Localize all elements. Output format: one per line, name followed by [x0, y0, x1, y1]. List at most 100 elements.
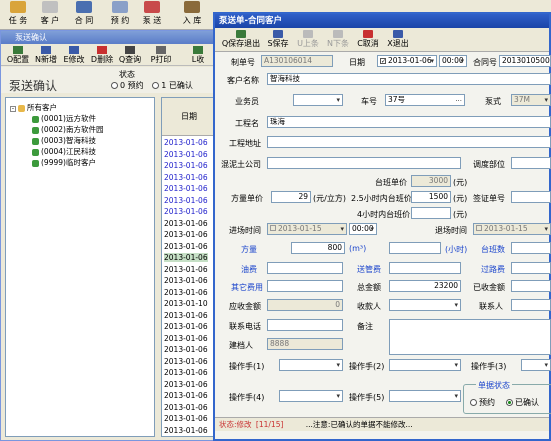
checkbox-icon[interactable] [476, 225, 482, 231]
date-row[interactable]: 2013-01-06 [164, 380, 208, 389]
appointment-button[interactable]: 预 约 [106, 1, 134, 29]
date-row[interactable]: 2013-01-06 [164, 334, 208, 343]
status-note: ...注意:已确认的单据不能修改... [305, 420, 413, 429]
car-no-field[interactable]: 37号 [385, 94, 465, 106]
enter-date-field[interactable]: 2013-01-15 [267, 223, 347, 235]
date-row[interactable]: 2013-01-06 [164, 242, 208, 251]
operator3-select[interactable] [521, 359, 551, 371]
oil-fee-field[interactable] [267, 262, 343, 274]
date-column: 日期 2013-01-06 2013-01-06 2013-01-06 2013-01… [161, 97, 215, 437]
dispatch-dept-field[interactable] [511, 157, 551, 169]
tree-item[interactable]: (0002)南方软件园 [32, 124, 103, 134]
date-row[interactable]: 2013-01-06 [164, 265, 208, 274]
up-icon [303, 30, 313, 38]
pipe-fee-field[interactable] [389, 262, 461, 274]
operator5-select[interactable] [389, 390, 461, 402]
date-row[interactable]: 2013-01-06 [164, 196, 208, 205]
date-row[interactable]: 2013-01-06 [164, 161, 208, 170]
date-row[interactable]: 2013-01-06 [164, 345, 208, 354]
cancel-button[interactable]: C取消 [355, 30, 381, 50]
time-field[interactable]: 00:00 [439, 55, 467, 67]
add-button[interactable]: N新增 [33, 46, 59, 64]
operator4-select[interactable] [279, 390, 343, 402]
checkbox-icon[interactable] [270, 225, 276, 231]
bill-status-reserved[interactable]: 预约 [470, 397, 495, 408]
exit-button[interactable]: X退出 [385, 30, 411, 50]
date-field[interactable]: ✓ 2013-01-06 [377, 55, 437, 67]
volume-price-field[interactable]: 29 [271, 191, 311, 203]
hours-field[interactable] [389, 242, 441, 254]
tree-item[interactable]: (9999)临时客户 [32, 157, 96, 167]
project-address-field[interactable] [267, 136, 551, 148]
receive-button[interactable]: L收 [185, 46, 211, 64]
total-field[interactable]: 23200 [389, 280, 461, 292]
task-button[interactable]: 任 务 [4, 1, 32, 29]
date-row[interactable]: 2013-01-06 [164, 311, 208, 320]
date-row[interactable]: 2013-01-06 [164, 253, 208, 262]
date-row[interactable]: 2013-01-10 [164, 299, 208, 308]
date-row[interactable]: 2013-01-06 [164, 414, 208, 423]
date-row[interactable]: 2013-01-06 [164, 391, 208, 400]
date-row[interactable]: 2013-01-06 [164, 207, 208, 216]
within-2-5h-field[interactable]: 1500 [411, 191, 451, 203]
operator2-select[interactable] [389, 359, 461, 371]
date-row[interactable]: 2013-01-06 [164, 368, 208, 377]
date-row[interactable]: 2013-01-06 [164, 276, 208, 285]
phone-field[interactable] [267, 319, 343, 331]
config-button[interactable]: O配置 [5, 46, 31, 64]
pump-button[interactable]: 泵 送 [138, 1, 166, 29]
date-header[interactable]: 日期 [162, 98, 214, 136]
tree-root[interactable]: - 所有客户 [10, 102, 57, 112]
date-row[interactable]: 2013-01-06 [164, 184, 208, 193]
sign-bill-field[interactable] [511, 191, 551, 203]
contract-no-field[interactable]: 2013010500 [499, 55, 551, 67]
bill-status-confirmed[interactable]: 已确认 [506, 397, 539, 408]
previous-button[interactable]: U上条 [295, 30, 321, 50]
other-fee-field[interactable] [267, 280, 343, 292]
contact-field[interactable] [511, 299, 551, 311]
shifts-field[interactable] [511, 242, 551, 254]
save-exit-button[interactable]: Q保存退出 [221, 30, 261, 50]
payee-select[interactable] [389, 299, 461, 311]
status-option-reserved[interactable]: 0 预约 [111, 81, 144, 90]
contract-button[interactable]: 合 同 [70, 1, 98, 29]
within-4h-field[interactable] [411, 207, 451, 219]
toll-fee-field[interactable] [511, 262, 551, 274]
date-row[interactable]: 2013-01-06 [164, 173, 208, 182]
date-row[interactable]: 2013-01-06 [164, 357, 208, 366]
warehouse-button[interactable]: 入 库 [178, 1, 206, 29]
project-name-field[interactable]: 珠海 [267, 116, 551, 128]
delete-button[interactable]: D删除 [89, 46, 115, 64]
exit-date-field[interactable]: 2013-01-15 [473, 223, 551, 235]
date-row[interactable]: 2013-01-06 [164, 403, 208, 412]
date-row[interactable]: 2013-01-06 [164, 322, 208, 331]
edit-button[interactable]: E修改 [61, 46, 87, 64]
operator1-select[interactable] [279, 359, 343, 371]
customer-button[interactable]: 客 户 [36, 1, 64, 29]
date-row[interactable]: 2013-01-06 [164, 426, 208, 435]
checkbox-icon[interactable]: ✓ [380, 58, 386, 65]
tree-item[interactable]: (0001)远方软件 [32, 113, 96, 123]
shift-price-field[interactable]: 3000 [411, 175, 451, 187]
save-button[interactable]: S保存 [265, 30, 291, 50]
concrete-company-field[interactable] [267, 157, 461, 169]
collapse-icon[interactable]: - [10, 106, 16, 112]
salesman-select[interactable] [293, 94, 343, 106]
customer-name-field[interactable]: 智海科技 [267, 73, 551, 85]
date-row[interactable]: 2013-01-06 [164, 288, 208, 297]
status-option-confirmed[interactable]: 1 已确认 [152, 81, 193, 90]
volume-field[interactable]: 800 [291, 242, 345, 254]
tree-item[interactable]: (0003)智海科技 [32, 135, 96, 145]
date-row[interactable]: 2013-01-06 [164, 150, 208, 159]
remark-field[interactable] [389, 319, 551, 355]
received-field[interactable] [511, 280, 551, 292]
date-row[interactable]: 2013-01-06 [164, 219, 208, 228]
query-button[interactable]: Q查询 [117, 46, 143, 64]
date-row[interactable]: 2013-01-06 [164, 138, 208, 147]
enter-time-field[interactable]: 00:00 [349, 223, 377, 235]
tree-item[interactable]: (0004)江民科技 [32, 146, 96, 156]
date-row[interactable]: 2013-01-06 [164, 230, 208, 239]
pump-type-select[interactable]: 37M [511, 94, 551, 106]
next-button[interactable]: N下条 [325, 30, 351, 50]
print-button[interactable]: P打印 [147, 46, 175, 64]
